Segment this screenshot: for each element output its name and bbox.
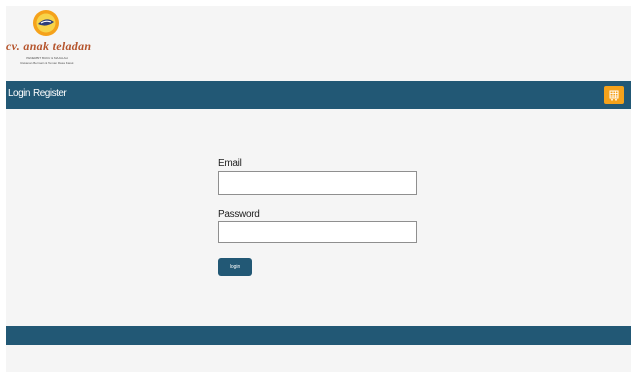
logo-subtag: Rekanan Bermain & Teman Rasa Karek [20, 61, 74, 65]
nav-login-link[interactable]: Login [8, 88, 30, 99]
logo-emblem-icon [33, 10, 59, 36]
nav-register-link[interactable]: Register [33, 88, 67, 99]
shopping-cart-icon [609, 90, 619, 101]
header: cv. anak teladan PENERBIT BUKU & MAJALAH… [6, 6, 631, 81]
password-field[interactable] [218, 221, 417, 243]
email-label: Email [218, 158, 242, 169]
brand-logo[interactable]: cv. anak teladan PENERBIT BUKU & MAJALAH… [6, 8, 92, 78]
navigation-bar: Login Register [6, 81, 631, 109]
logo-tagline: PENERBIT BUKU & MAJALAH [26, 56, 68, 60]
cart-button[interactable] [604, 86, 624, 104]
email-field[interactable] [218, 171, 417, 195]
footer-bar [6, 326, 631, 345]
page: cv. anak teladan PENERBIT BUKU & MAJALAH… [6, 6, 631, 372]
password-label: Password [218, 209, 260, 220]
login-button[interactable]: login [218, 258, 252, 276]
logo-title: cv. anak teladan [6, 39, 92, 53]
